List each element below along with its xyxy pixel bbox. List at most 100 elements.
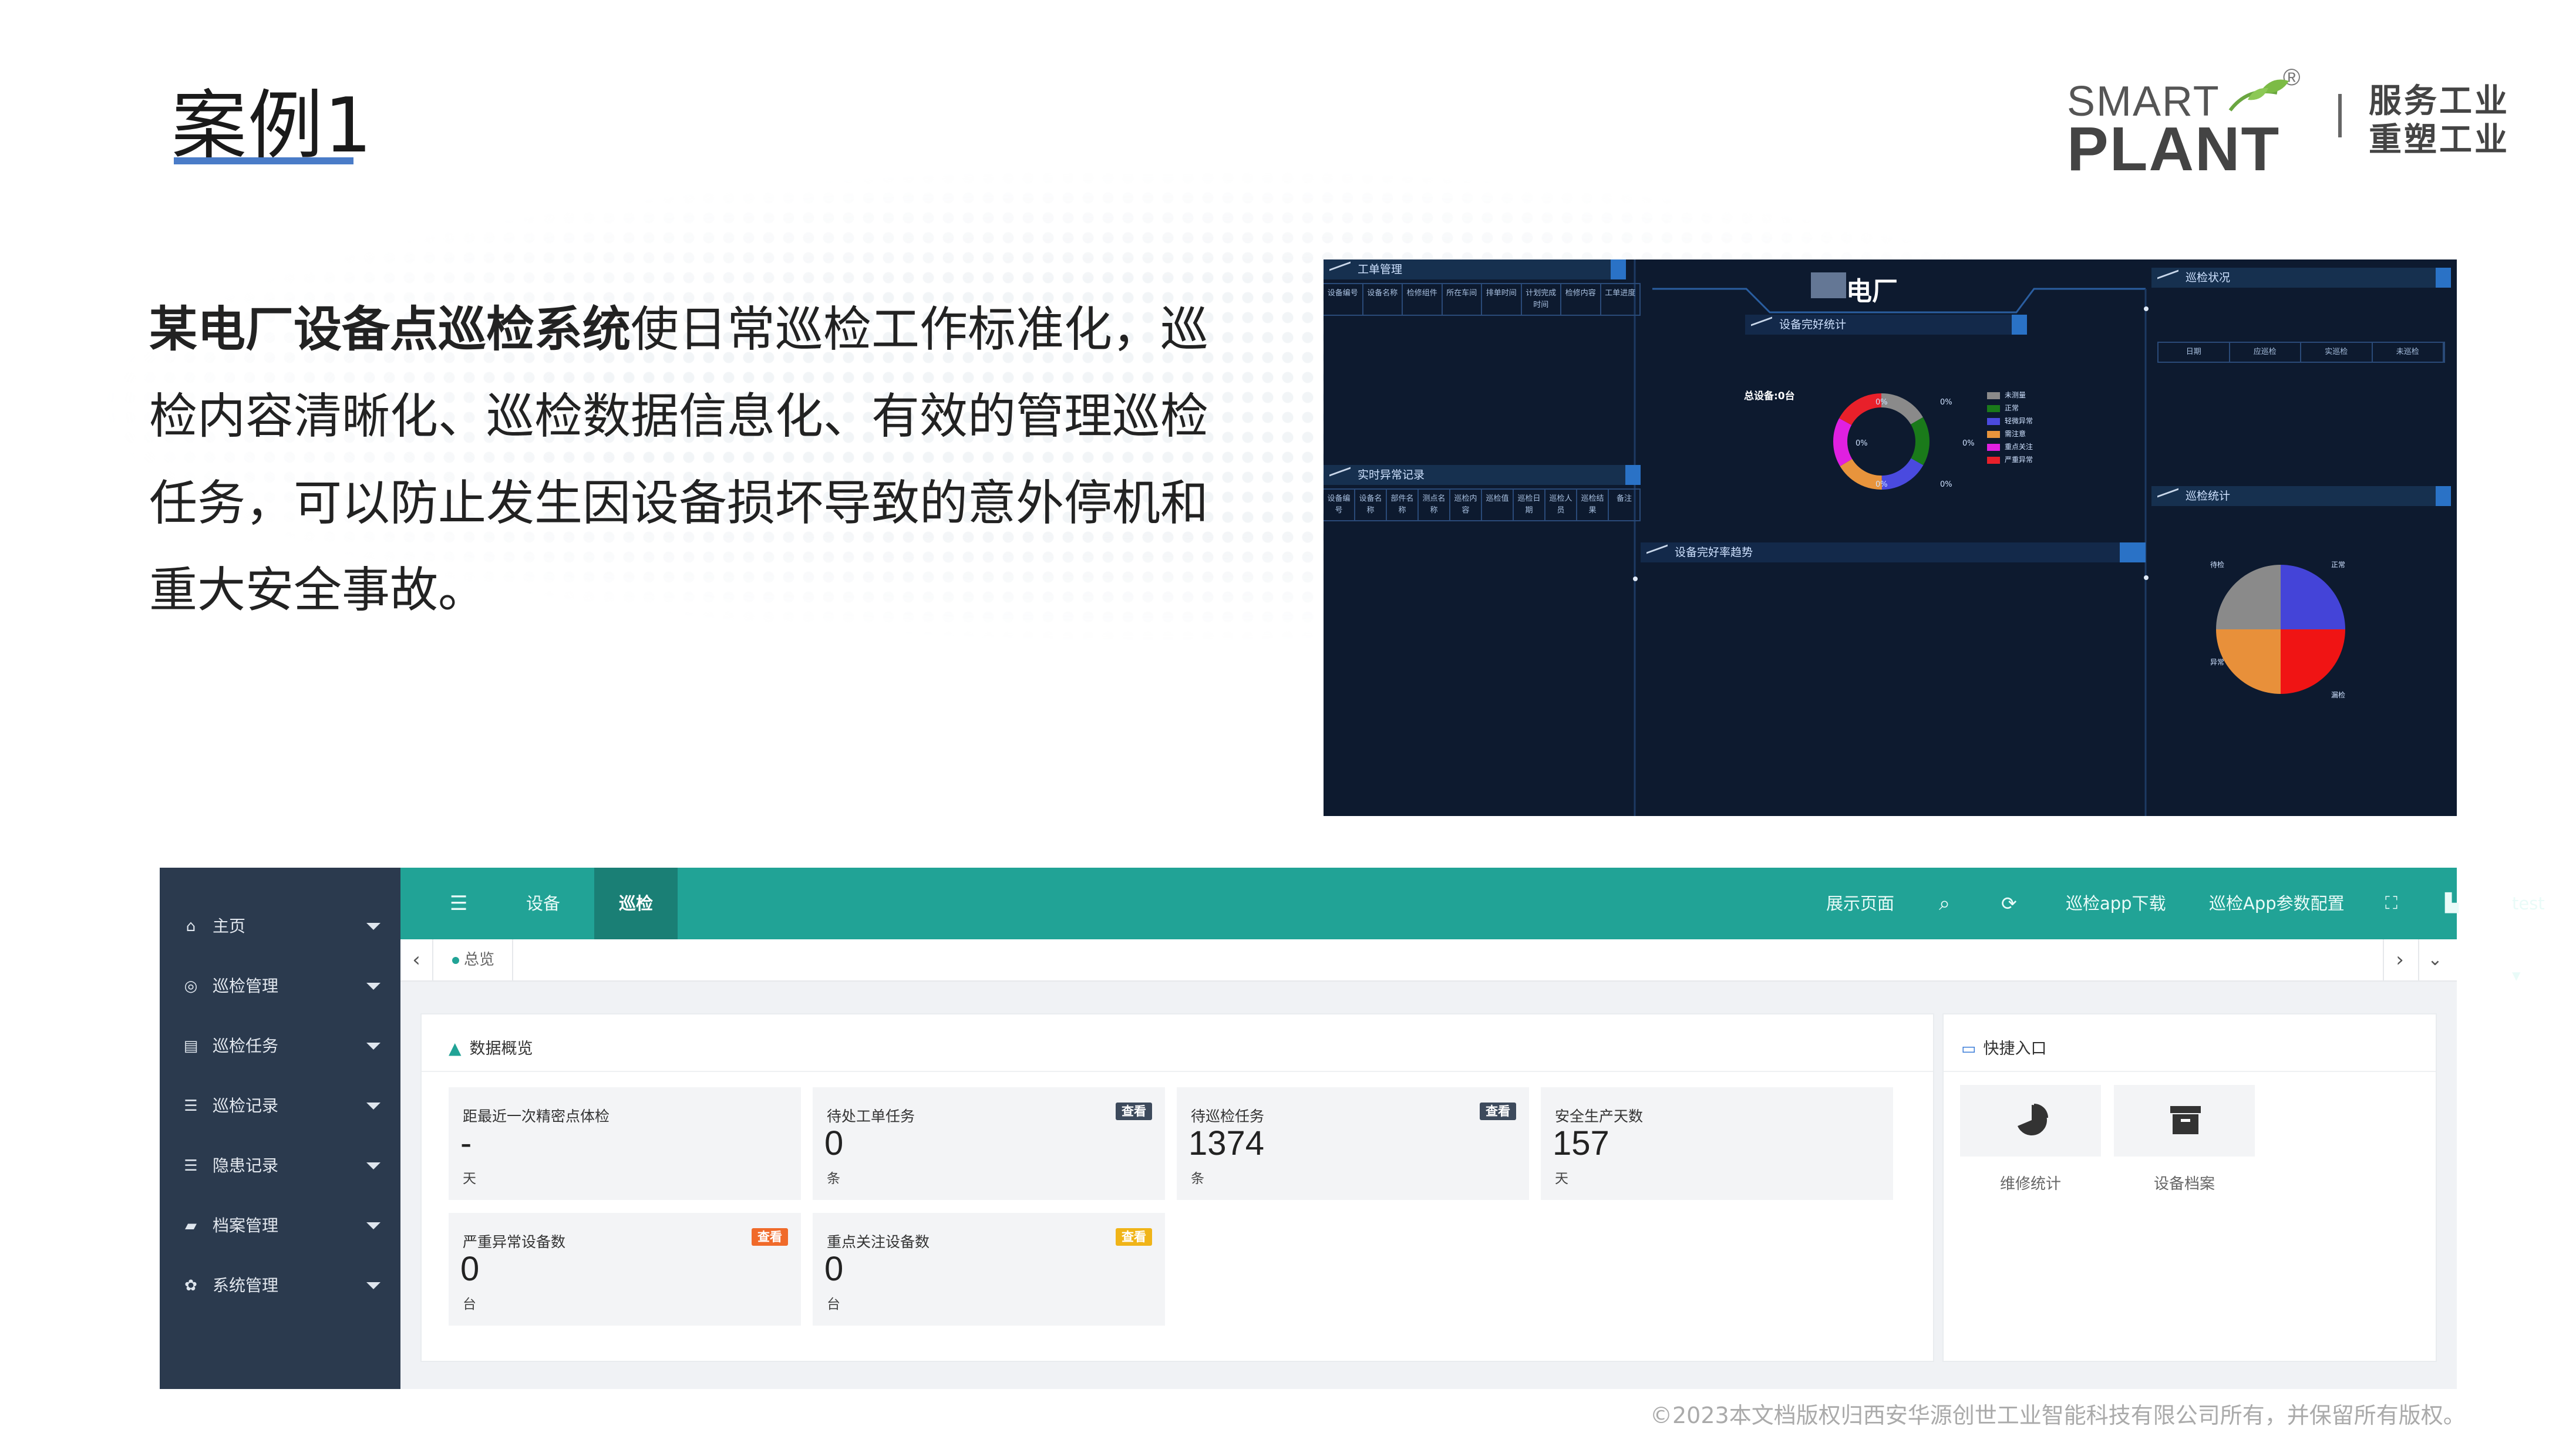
table-col-header: 巡检结果: [1577, 490, 1609, 520]
sidebar-item[interactable]: ▰ 档案管理: [160, 1202, 400, 1249]
quick-title: 快捷入口: [1983, 1040, 2047, 1058]
device-archive-shortcut[interactable]: [2114, 1085, 2255, 1157]
donut-pct-label: 0%: [1875, 398, 1888, 407]
sidebar-item[interactable]: ☰ 隐患记录: [160, 1142, 400, 1189]
quick-entry-panel: ▭ 快捷入口 维修统计 设备档案: [1942, 1013, 2437, 1362]
app-config-link[interactable]: 巡检App参数配置: [2209, 868, 2345, 939]
user-menu[interactable]: test ▾: [2512, 868, 2545, 985]
legend-label: 重点关注: [2005, 443, 2033, 451]
list-icon: ☰: [184, 1097, 198, 1115]
legend-item: 严重异常: [1987, 453, 2033, 466]
stat-value: -: [460, 1124, 472, 1162]
top-navbar: ☰ 设备 巡检 展示页面 ⌕ ⟳ 巡检app下载 巡检App参数配置 ⛶ ▙ t…: [400, 868, 2545, 985]
table-col-header: 部件名称: [1387, 490, 1419, 520]
caret-down-icon: [366, 1222, 380, 1229]
fullscreen-icon[interactable]: ⛶: [2385, 868, 2397, 939]
sidebar-item[interactable]: ✿ 系统管理: [160, 1262, 400, 1309]
completeness-legend: 未测量 正常 轻微异常 需注意 重点关注 严重异常: [1987, 389, 2033, 466]
slogan-line1: 服务工业: [2369, 82, 2510, 120]
view-button[interactable]: 查看: [1116, 1228, 1152, 1246]
scroll-left-icon[interactable]: ‹: [400, 939, 433, 980]
sidebar: ⌂ 主页 ◎ 巡检管理 ▤ 巡检任务 ☰ 巡检记录 ☰ 隐患记录 ▰ 档案管理 ✿ 系统管理: [160, 868, 400, 1389]
table-col-header: 计划完成时间: [1522, 284, 1561, 315]
task-icon: ▤: [183, 1037, 198, 1055]
copyright-footer: ©2023本文档版权归西安华源创世工业智能科技有限公司所有，并保留所有版权。: [1650, 1403, 2466, 1428]
gear-icon: ✿: [184, 1277, 197, 1294]
table-col-header: 巡检值: [1482, 490, 1514, 520]
table-col-header: 设备名称: [1363, 284, 1403, 315]
legend-swatch: [1987, 392, 2000, 399]
completeness-title: 设备完好统计: [1779, 318, 1847, 331]
target-icon: ◎: [184, 977, 198, 995]
quick-header: ▭ 快捷入口: [1961, 1036, 2047, 1058]
quick-divider: [1944, 1071, 2436, 1072]
logo-separator: [2338, 94, 2342, 137]
table-col-header: 工单进度: [1601, 284, 1641, 315]
table-col-header: 设备名称: [1355, 490, 1387, 520]
data-overview-panel: ▲ 数据概览 距最近一次精密点体检 - 天待处工单任务 0 条查看 待巡检任务 1374 条查看…: [420, 1013, 1934, 1362]
search-icon[interactable]: ⌕: [1939, 868, 1950, 939]
slogan-line2: 重塑工业: [2369, 121, 2510, 159]
patrol-status-title: 巡检状况: [2186, 271, 2231, 284]
view-button[interactable]: 查看: [752, 1228, 788, 1246]
trend-title: 设备完好率趋势: [1675, 546, 1753, 559]
caret-down-icon: [366, 983, 380, 990]
table-col-header: 所在车间: [1443, 284, 1482, 315]
view-button[interactable]: 查看: [1480, 1103, 1516, 1120]
table-col-header: 巡检人员: [1545, 490, 1577, 520]
display-page-link[interactable]: 展示页面: [1826, 868, 1894, 939]
stat-card: 重点关注设备数 0 台 查看: [813, 1213, 1165, 1326]
repair-stats-label: 维修统计: [1999, 1175, 2061, 1193]
legend-swatch: [1987, 456, 2000, 464]
legend-item: 轻微异常: [1987, 414, 2033, 427]
refresh-icon[interactable]: ⟳: [2001, 868, 2017, 939]
work-order-table-header: 设备编号 设备名称 检修组件 所在车间 排单时间 计划完成时间 检修内容 工单进度: [1324, 283, 1641, 316]
table-col-header: 未巡检: [2373, 343, 2444, 362]
pie-label: 漏检: [2331, 690, 2345, 699]
sidebar-item[interactable]: ◎ 巡检管理: [160, 963, 400, 1010]
breadcrumb-bar: ‹ 总览 › ⌄: [400, 939, 2457, 982]
table-col-header: 巡检内容: [1450, 490, 1482, 520]
table-col-header: 实巡检: [2301, 343, 2373, 362]
abnormal-table-header: 设备编号 设备名称 部件名称 测点名称 巡检内容 巡检值 巡检日期 巡检人员 巡检结果 备注: [1324, 488, 1641, 521]
completeness-header: 设备完好统计: [1745, 315, 2027, 335]
sidebar-item[interactable]: ▤ 巡检任务: [160, 1023, 400, 1070]
repair-stats-shortcut[interactable]: [1960, 1085, 2101, 1157]
caret-down-icon: [366, 1282, 380, 1289]
table-col-header: 测点名称: [1419, 490, 1450, 520]
para-line1: 使日常巡检工作标准化，巡: [631, 302, 1209, 358]
warning-icon: ▲: [449, 1039, 462, 1058]
legend-label: 轻微异常: [2005, 417, 2033, 425]
view-button[interactable]: 查看: [1116, 1103, 1152, 1120]
menu-toggle-icon[interactable]: ☰: [450, 868, 467, 939]
stat-title: 距最近一次精密点体检: [463, 1108, 610, 1125]
pie-label: 正常: [2331, 561, 2345, 569]
pie-slice: [2216, 565, 2281, 629]
legend-swatch: [1987, 443, 2000, 451]
caret-down-icon: [366, 923, 380, 930]
stat-unit: 台: [463, 1297, 476, 1312]
donut-pct-label: 0%: [1940, 398, 1952, 407]
description-paragraph: 某电厂设备点巡检系统使日常巡检工作标准化，巡 检内容清晰化、巡检数据信息化、有效…: [149, 286, 1241, 634]
sidebar-item[interactable]: ⌂ 主页: [160, 903, 400, 950]
admin-console: ⌂ 主页 ◎ 巡检管理 ▤ 巡检任务 ☰ 巡检记录 ☰ 隐患记录 ▰ 档案管理 ✿ 系统管理 ☰ 设备 巡…: [160, 868, 2545, 1389]
legend-item: 重点关注: [1987, 440, 2033, 453]
scroll-right-icon[interactable]: ›: [2383, 939, 2416, 980]
chart-icon[interactable]: ▙: [2445, 868, 2459, 939]
caret-down-icon: [366, 1103, 380, 1110]
chevron-down-icon[interactable]: ⌄: [2418, 939, 2451, 980]
sidebar-item-label: 巡检管理: [213, 976, 279, 996]
app-download-link[interactable]: 巡检app下载: [2066, 868, 2166, 939]
stat-unit: 台: [827, 1297, 840, 1312]
list-icon: ☰: [184, 1157, 198, 1175]
stat-value: 0: [824, 1250, 844, 1288]
stat-title: 待巡检任务: [1191, 1108, 1265, 1125]
tab-device[interactable]: 设备: [514, 868, 572, 939]
slogan: 服务工业 重塑工业: [2369, 82, 2510, 160]
tab-patrol[interactable]: 巡检: [594, 868, 678, 939]
logo-line2: PLANT: [2067, 114, 2281, 184]
pie-label: 待检: [2210, 560, 2224, 569]
stat-unit: 条: [1191, 1171, 1204, 1186]
breadcrumb-tab-overview[interactable]: 总览: [451, 939, 514, 980]
sidebar-item[interactable]: ☰ 巡检记录: [160, 1083, 400, 1130]
